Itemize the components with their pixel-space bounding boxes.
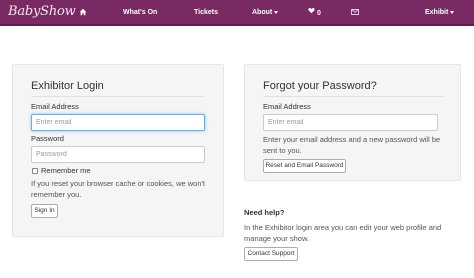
envelope-icon (351, 9, 359, 15)
nav-about-label: About (252, 9, 273, 16)
caret-down-icon (274, 10, 279, 14)
babyshow-logo[interactable]: BabyShow (8, 4, 76, 19)
sign-in-button[interactable]: Sign In (31, 204, 58, 218)
heart-icon (308, 7, 315, 19)
need-help-heading: Need help? (244, 208, 285, 217)
nav-about[interactable]: About (252, 7, 279, 19)
cache-note: If you reset your browser cache or cooki… (31, 179, 206, 199)
caret-down-icon (450, 10, 455, 14)
contact-support-button[interactable]: Contact Support (244, 247, 298, 261)
forgot-note: Enter your email address and a new passw… (263, 135, 441, 155)
password-input[interactable] (31, 146, 205, 163)
reset-password-button[interactable]: Reset and Email Password (263, 159, 346, 173)
remember-me-checkbox[interactable] (32, 168, 38, 174)
need-help-text: In the Exhibitor login area you can edit… (244, 223, 442, 243)
nav-home[interactable] (79, 8, 87, 20)
login-email-label: Email Address (31, 102, 79, 111)
home-icon (79, 8, 87, 16)
nav-tickets[interactable]: Tickets (194, 7, 218, 19)
nav-whats-on[interactable]: What's On (123, 7, 157, 19)
password-label: Password (31, 134, 64, 143)
nav-messages[interactable] (351, 9, 359, 21)
favourites-count: 0 (316, 9, 321, 17)
forgot-email-input[interactable] (263, 114, 438, 131)
login-title: Exhibitor Login (31, 80, 104, 92)
nav-exhibit[interactable]: Exhibit (425, 7, 455, 19)
login-divider (31, 96, 205, 97)
login-email-input[interactable] (31, 114, 205, 131)
forgot-divider (263, 96, 443, 97)
nav-favourites[interactable]: 0 (308, 7, 321, 19)
top-navbar: BabyShow What's On Tickets About 0 Exhib… (0, 0, 474, 26)
forgot-email-label: Email Address (263, 102, 311, 111)
nav-exhibit-label: Exhibit (425, 9, 449, 16)
remember-me-label: Remember me (41, 166, 91, 175)
forgot-title: Forgot your Password? (263, 80, 377, 92)
